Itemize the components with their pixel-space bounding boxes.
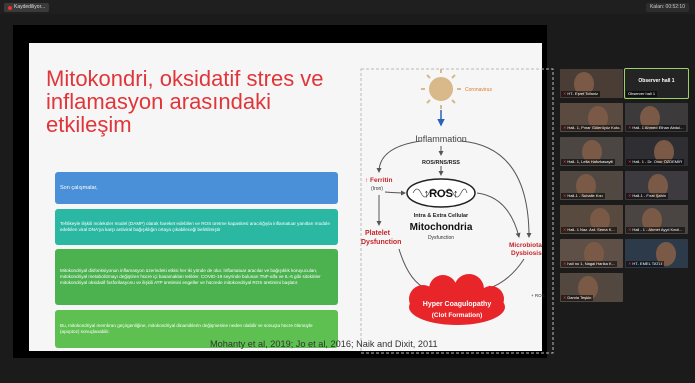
microbiota-label-2: Dysbiosis xyxy=(511,250,542,257)
participant-label: ✕Hall- 1 - Dr. Onur ÖZDEMİR xyxy=(626,159,685,165)
recording-indicator[interactable]: Kaydediliyor... xyxy=(4,3,50,12)
mic-muted-icon: ✕ xyxy=(563,193,567,198)
participant-tile[interactable]: ✕Hall- 1 Naz. Ast. Sema K... xyxy=(560,205,623,234)
participant-tile[interactable]: Observer hall 1 Observer hall 1 xyxy=(624,68,689,99)
participant-label-text: HT- EMEL TATLI xyxy=(632,261,662,266)
participant-tile[interactable]: ✕Hall-1 - Suhaile Kısı xyxy=(560,171,623,200)
participant-label: ✕Hall- 1 Ahmed Ethan Abdul... xyxy=(626,125,686,131)
info-box-3: Mitokondriyal disfonksiyonun inflamasyon… xyxy=(55,249,338,305)
mic-muted-icon: ✕ xyxy=(628,227,632,232)
participant-label: ✕hall no 1, Nagai Harika K... xyxy=(561,261,617,267)
participant-tile[interactable]: ✕hall no 1, Nagai Harika K... xyxy=(560,239,623,268)
info-box-1: Son çalışmalar, xyxy=(55,172,338,204)
participant-label: ✕Damla Teşkin xyxy=(561,295,594,301)
intra-extra-label: Intra & Extra Cellular xyxy=(414,213,469,219)
participant-label-text: Observer hall 1 xyxy=(628,91,656,96)
mic-muted-icon: ✕ xyxy=(628,261,632,266)
info-box-2: Tehlikeyle ilişkili moleküler model (DAM… xyxy=(55,209,338,245)
platelet-label-1: Platelet xyxy=(365,230,391,237)
participant-label-text: Hall- 1 Ahmed Ethan Abdul... xyxy=(632,125,684,130)
participant-label: ✕HT- Eşref Tofaniz xyxy=(561,91,600,97)
participant-label-text: Hall- 1, Leila Hafızkasayili xyxy=(567,159,614,164)
dysfunction-label: Dysfunction xyxy=(428,235,454,241)
zoom-meeting-window: Kaydediliyor... Kalan: 00:52:10 Mitokond… xyxy=(0,0,695,383)
participant-tile[interactable]: ✕Hall- 1, Pınar Gülerüyüz Koto... xyxy=(560,103,623,132)
participant-label: ✕Hall - 1 - Ahmet Ayyıl Kecil... xyxy=(626,227,685,233)
participant-label-text: HT- Eşref Tofaniz xyxy=(567,91,598,96)
participant-tile[interactable]: ✕Hall- 1 Ahmed Ethan Abdul... xyxy=(625,103,688,132)
participant-label-text: Hall- 1 Naz. Ast. Sema K... xyxy=(567,227,615,232)
clot-formation-label: (Clot Formation) xyxy=(432,312,483,319)
participant-label-text: Hall- 1, Pınar Gülerüyüz Koto... xyxy=(567,125,621,130)
participant-label: ✕Hall-1 - Fırat Şahin xyxy=(626,193,668,199)
mic-muted-icon: ✕ xyxy=(563,227,567,232)
time-remaining: Kalan: 00:52:10 xyxy=(645,3,689,12)
participant-tile[interactable]: ✕Hall - 1 - Ahmet Ayyıl Kecil... xyxy=(625,205,688,234)
top-bar: Kaydediliyor... Kalan: 00:52:10 xyxy=(0,0,695,14)
mic-muted-icon: ✕ xyxy=(563,159,567,164)
plus-ros-label: + ROS xyxy=(531,293,545,298)
participant-label: ✕Hall-1 - Suhaile Kısı xyxy=(561,193,605,199)
mic-muted-icon: ✕ xyxy=(563,261,567,266)
mitochondria-diagram: Coronavirus Inflammation ROS/RNS/RSS ↑RO… xyxy=(360,68,554,354)
hyper-coagulopathy-label: Hyper Coagulopathy xyxy=(423,301,492,308)
participant-tile[interactable]: ✕Damla Teşkin xyxy=(560,273,623,302)
mic-muted-icon: ✕ xyxy=(628,125,632,130)
participant-name: Observer hall 1 xyxy=(638,78,675,84)
participant-label: ✕Hall- 1 Naz. Ast. Sema K... xyxy=(561,227,617,233)
participant-gallery: ✕HT- Eşref Tofaniz Observer hall 1 Observe… xyxy=(560,68,690,329)
coronavirus-icon xyxy=(421,69,461,109)
presentation-slide: Mitokondri, oksidatif stres ve inflamasy… xyxy=(29,43,554,354)
participant-label-text: Hall-1 - Suhaile Kısı xyxy=(567,193,603,198)
participant-label: ✕Hall- 1, Pınar Gülerüyüz Koto... xyxy=(561,125,621,131)
participant-tile[interactable]: ✕Hall- 1, Leila Hafızkasayili xyxy=(560,137,623,166)
slide-title: Mitokondri, oksidatif stres ve inflamasy… xyxy=(46,66,324,137)
participant-label: Observer hall 1 xyxy=(626,91,658,97)
mitochondria-label: Mitochondria xyxy=(410,222,473,233)
mic-muted-icon: ✕ xyxy=(563,295,567,300)
participant-label-text: Hall - 1 - Ahmet Ayyıl Kecil... xyxy=(632,227,683,232)
record-icon xyxy=(8,5,12,10)
shared-screen: Mitokondri, oksidatif stres ve inflamasy… xyxy=(13,25,554,358)
mic-muted-icon: ✕ xyxy=(563,125,567,130)
mic-muted-icon: ✕ xyxy=(563,91,567,96)
participant-tile[interactable]: ✕Hall-1 - Fırat Şahin xyxy=(625,171,688,200)
citation: Mohanty et al, 2019; Jo et al, 2016; Nai… xyxy=(210,339,438,349)
ferritin-label: ↑ Ferritin xyxy=(365,177,392,184)
participant-label-text: Damla Teşkin xyxy=(567,295,592,300)
participant-label-text: Hall- 1 - Dr. Onur ÖZDEMİR xyxy=(632,159,683,164)
participant-tile[interactable]: ✕HT- EMEL TATLI xyxy=(625,239,688,268)
ros-label: ↑ROS↑ xyxy=(424,188,459,200)
participant-tile[interactable]: ✕Hall- 1 - Dr. Onur ÖZDEMİR xyxy=(625,137,688,166)
mic-muted-icon: ✕ xyxy=(628,159,632,164)
inflammation-label: Inflammation xyxy=(415,134,467,144)
participant-label: ✕Hall- 1, Leila Hafızkasayili xyxy=(561,159,616,165)
iron-label: (Iron) xyxy=(371,186,383,192)
microbiota-label-1: Microbiota xyxy=(509,242,542,249)
participant-label-text: Hall-1 - Fırat Şahin xyxy=(632,193,666,198)
mic-muted-icon: ✕ xyxy=(628,193,632,198)
participant-label-text: hall no 1, Nagai Harika K... xyxy=(567,261,615,266)
ros-rns-label: ROS/RNS/RSS xyxy=(422,160,460,166)
participant-label: ✕HT- EMEL TATLI xyxy=(626,261,664,267)
recording-label: Kaydediliyor... xyxy=(14,4,46,10)
coronavirus-label: Coronavirus xyxy=(465,87,492,93)
participant-tile[interactable]: ✕HT- Eşref Tofaniz xyxy=(560,69,623,98)
platelet-label-2: Dysfunction xyxy=(361,239,401,246)
